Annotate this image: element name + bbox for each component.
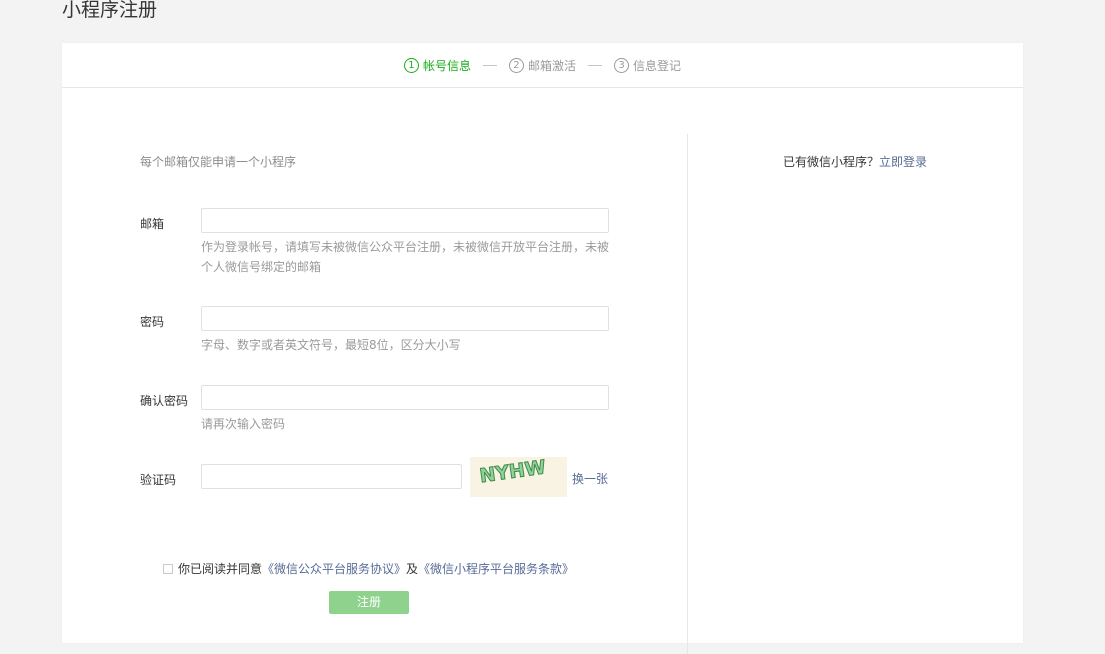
agreement-prefix: 你已阅读并同意 <box>178 562 263 576</box>
password-input[interactable] <box>201 306 609 331</box>
vertical-divider <box>687 134 688 654</box>
step-email-activation: 2 邮箱激活 <box>508 57 576 74</box>
step-number-3: 3 <box>614 57 629 73</box>
step-separator <box>588 64 602 66</box>
email-hint: 作为登录帐号，请填写未被微信公众平台注册，未被微信开放平台注册，未被个人微信号绑… <box>201 240 610 274</box>
captcha-image[interactable]: NYHW <box>470 457 567 497</box>
registration-card: 1 帐号信息 2 邮箱激活 3 信息登记 每个邮箱仅能申请一个小程序 邮箱 作为… <box>62 43 1023 654</box>
step-label-3: 信息登记 <box>633 58 682 73</box>
password-label: 密码 <box>140 315 165 329</box>
step-label-1: 帐号信息 <box>422 58 471 73</box>
agreement-checkbox[interactable] <box>163 563 173 574</box>
refresh-captcha-link[interactable]: 换一张 <box>572 470 608 487</box>
email-label: 邮箱 <box>140 217 165 231</box>
step-account-info: 1 帐号信息 <box>403 57 471 74</box>
captcha-label: 验证码 <box>140 473 177 487</box>
captcha-text: NYHW <box>478 457 547 487</box>
form-intro: 每个邮箱仅能申请一个小程序 <box>140 155 297 169</box>
captcha-graphic: NYHW <box>478 457 548 488</box>
confirm-password-input[interactable] <box>201 385 609 410</box>
step-number-2: 2 <box>508 57 524 73</box>
confirm-password-hint: 请再次输入密码 <box>201 417 286 431</box>
register-button[interactable]: 注册 <box>329 591 409 614</box>
agreement-row: 你已阅读并同意 《微信公众平台服务协议》 及 《微信小程序平台服务条款》 <box>163 560 574 577</box>
step-indicator: 1 帐号信息 2 邮箱激活 3 信息登记 <box>62 43 1023 88</box>
confirm-password-label: 确认密码 <box>140 394 189 408</box>
login-prompt: 已有微信小程序？立即登录 <box>783 153 927 170</box>
step-number-1: 1 <box>403 57 419 73</box>
step-label-2: 邮箱激活 <box>527 58 576 73</box>
email-input[interactable] <box>201 208 609 233</box>
login-link[interactable]: 立即登录 <box>879 155 927 169</box>
service-terms-link[interactable]: 《微信小程序平台服务条款》 <box>418 560 574 577</box>
step-separator <box>482 64 497 66</box>
captcha-input[interactable] <box>201 464 462 489</box>
service-agreement-link[interactable]: 《微信公众平台服务协议》 <box>262 560 406 577</box>
page-title: 小程序注册 <box>62 0 158 21</box>
agreement-and: 及 <box>406 562 419 576</box>
login-question: 已有微信小程序？ <box>783 155 880 169</box>
password-hint: 字母、数字或者英文符号，最短8位，区分大小写 <box>201 338 461 352</box>
step-info-registration: 3 信息登记 <box>614 57 681 74</box>
